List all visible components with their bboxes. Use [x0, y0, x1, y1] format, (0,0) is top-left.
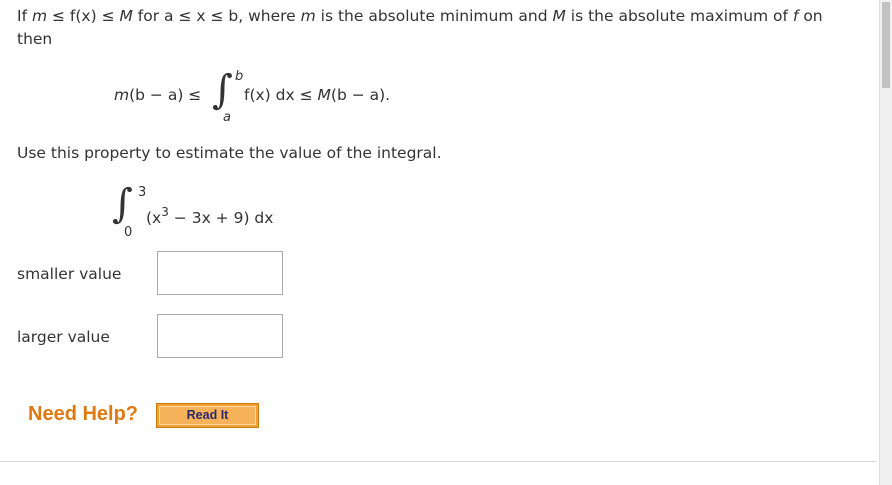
intro-line-1: If m ≤ f(x) ≤ M for a ≤ x ≤ b, where m i… [17, 7, 823, 25]
upper-limit: b [235, 69, 244, 84]
integrand: (x3 − 3x + 9) dx [146, 205, 273, 227]
property-right: f(x) dx ≤ M(b − a). [244, 86, 390, 104]
var-M: M [317, 86, 331, 104]
smaller-value-label: smaller value [17, 265, 122, 283]
var-m: m [31, 7, 48, 25]
exponent: 3 [161, 205, 169, 219]
var-m: m [114, 86, 130, 104]
read-it-button[interactable]: Read It [156, 403, 259, 428]
property-left-text: (b − a) ≤ [129, 86, 202, 104]
larger-value-input[interactable] [157, 314, 283, 358]
var-M: M [552, 7, 566, 25]
scrollbar-thumb[interactable] [882, 2, 890, 88]
instruction-text: Use this property to estimate the value … [17, 144, 442, 162]
integral-sign: ∫ [212, 67, 233, 113]
property-left: m(b − a) ≤ [114, 86, 201, 104]
integrand-open: (x [146, 209, 162, 227]
intro-text: for a ≤ x ≤ b, where [132, 7, 301, 25]
smaller-value-input[interactable] [157, 251, 283, 295]
intro-text: is the absolute maximum of [565, 7, 793, 25]
integral-sign: ∫ [112, 181, 133, 227]
var-m: m [300, 7, 316, 25]
lower-limit: 0 [124, 225, 133, 240]
need-help-label: Need Help? [28, 403, 139, 425]
integrand-text: f(x) dx ≤ [244, 86, 318, 104]
intro-text: on [798, 7, 823, 25]
divider [0, 461, 876, 462]
read-it-label: Read It [159, 406, 256, 425]
lower-limit: a [223, 110, 231, 125]
var-M: M [119, 7, 133, 25]
intro-line-2: then [17, 30, 53, 48]
intro-text: is the absolute minimum and [315, 7, 553, 25]
upper-limit: 3 [138, 185, 147, 200]
larger-value-label: larger value [17, 328, 110, 346]
scrollbar[interactable] [879, 0, 892, 485]
intro-text: ≤ f(x) ≤ [47, 7, 120, 25]
intro-text: If [17, 7, 32, 25]
property-right-text: (b − a). [330, 86, 391, 104]
integrand-rest: − 3x + 9) dx [168, 209, 274, 227]
